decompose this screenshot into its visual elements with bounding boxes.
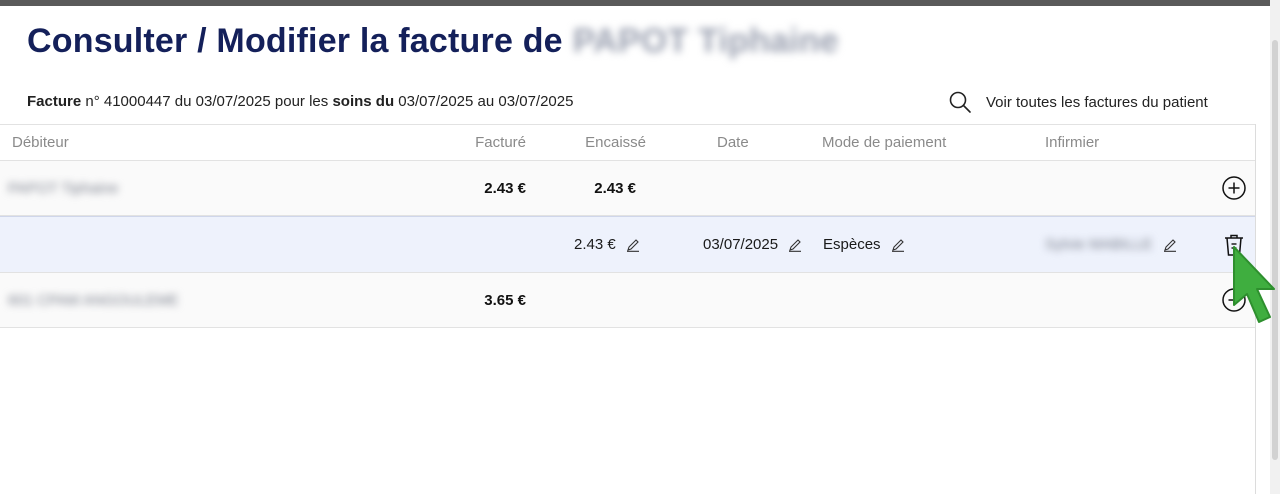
header-infirmier: Infirmier — [1045, 134, 1100, 151]
table-row: PAPOT Tiphaine 2.43 € 2.43 € — [0, 161, 1255, 216]
au-label: au — [473, 93, 499, 110]
header-mode-paiement: Mode de paiement — [822, 134, 947, 151]
debtor-name-blurred: PAPOT Tiphaine — [8, 179, 119, 197]
page-title: Consulter / Modifier la facture de PAPOT … — [27, 22, 839, 61]
payment-encaisse-cell[interactable]: 2.43 € — [574, 217, 640, 272]
page-title-text: Consulter / Modifier la facture de — [27, 22, 563, 60]
invoice-number: 41000447 — [103, 93, 171, 110]
debtor-facture-value: 2.43 € — [484, 179, 526, 197]
see-all-invoices-label: Voir toutes les factures du patient — [986, 93, 1208, 111]
invoice-summary: Facture n° 41000447 du 03/07/2025 pour l… — [27, 93, 573, 110]
pencil-icon[interactable] — [626, 238, 640, 252]
pointer-cursor-icon — [1233, 246, 1275, 323]
plus-circle-icon — [1222, 176, 1246, 200]
add-payment-button[interactable] — [1221, 161, 1247, 215]
pour-les-label: pour les — [270, 93, 333, 110]
du-label: du — [170, 93, 196, 110]
soins-end-date: 03/07/2025 — [498, 93, 574, 110]
see-all-invoices-link[interactable]: Voir toutes les factures du patient — [948, 90, 1208, 114]
patient-name-blurred: PAPOT Tiphaine — [572, 22, 839, 60]
infirmier-name-blurred: Sylvie MABILLE — [1045, 236, 1153, 253]
payment-mode-value: Espèces — [823, 236, 881, 253]
debtor-facture-value: 3.65 € — [484, 291, 526, 309]
pencil-icon[interactable] — [788, 238, 802, 252]
header-facture: Facturé — [475, 134, 526, 151]
payment-mode-cell[interactable]: Espèces — [823, 217, 905, 272]
payment-infirmier-cell[interactable]: Sylvie MABILLE — [1045, 217, 1177, 272]
soins-start-date: 03/07/2025 — [398, 93, 474, 110]
payment-row: 2.43 € 03/07/2025 Espèces Sylvie MABILLE — [0, 216, 1255, 273]
debtor-encaisse-value: 2.43 € — [594, 179, 636, 197]
table-row: 601 CPAM ANGOULEME 3.65 € — [0, 273, 1255, 328]
header-date: Date — [717, 134, 749, 151]
window-top-bar — [0, 0, 1280, 6]
soins-du-label: soins du — [332, 93, 395, 110]
table-header-row: Débiteur Facturé Encaissé Date Mode de p… — [0, 124, 1255, 161]
header-debiteur: Débiteur — [12, 134, 69, 151]
payment-date-value: 03/07/2025 — [703, 236, 779, 253]
payment-date-cell[interactable]: 03/07/2025 — [703, 217, 802, 272]
pencil-icon[interactable] — [1163, 238, 1177, 252]
invoice-table: Débiteur Facturé Encaissé Date Mode de p… — [0, 124, 1256, 328]
header-encaisse: Encaissé — [585, 134, 646, 151]
facture-label: Facture — [27, 93, 82, 110]
debtor-name-blurred: 601 CPAM ANGOULEME — [8, 291, 179, 309]
payment-encaisse-value: 2.43 € — [574, 236, 616, 253]
pencil-icon[interactable] — [891, 238, 905, 252]
invoice-date: 03/07/2025 — [195, 93, 271, 110]
search-icon — [949, 91, 971, 113]
numero-prefix: n° — [85, 93, 104, 110]
